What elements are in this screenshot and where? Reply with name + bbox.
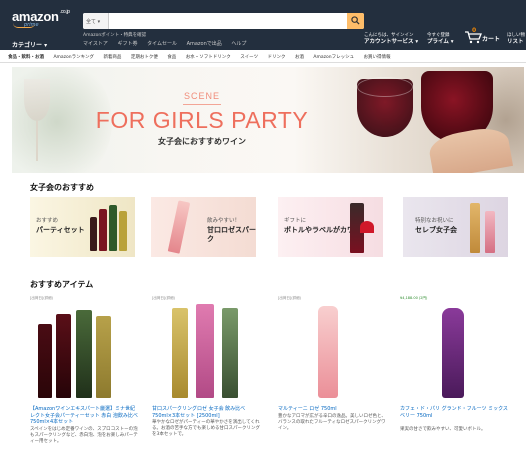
card-small-label: ギフトに [284, 218, 307, 224]
card-text: 飲みやすい！ 甘口ロゼスパーク [207, 217, 256, 244]
section-title-recommend: 女子会のおすすめ [30, 183, 94, 192]
wishlist-line1: ほしい物 [507, 33, 525, 38]
banner-subtitle: 女子会におすすめワイン [158, 137, 246, 146]
subnav-item[interactable]: 食品 [167, 55, 176, 60]
banner-scene-label: SCENE [183, 91, 220, 101]
cart-button[interactable]: 0 カート [465, 27, 501, 44]
logo-prime: prime [24, 22, 39, 28]
card-small-label: 特別なお祝いに [415, 218, 454, 224]
product-name[interactable]: カフェ・ド・パリ グランド・フルーツ ミックスベリー 750ml [400, 406, 510, 419]
prime-menu[interactable]: 今すぐ登録 プライム ▾ [427, 33, 454, 45]
card-big-label: セレブ女子会 [415, 226, 457, 234]
bottle-image [442, 308, 464, 398]
subnav-item[interactable]: お水・ソフトドリンク [186, 55, 231, 60]
search-icon [351, 16, 360, 25]
recommend-card-sweet-rose[interactable]: 飲みやすい！ 甘口ロゼスパーク [151, 197, 256, 257]
product-badge: [出荷日](詳細) [278, 296, 301, 300]
bottle-image [109, 205, 117, 251]
subnav-item[interactable]: Amazonランキング [53, 55, 94, 60]
wishlist-menu[interactable]: ほしい物 リスト [507, 33, 525, 45]
search-input[interactable] [110, 13, 346, 29]
category-subnav: 食品・飲料・お酒 Amazonランキング 新着商品 定期おトク便 食品 お水・ソ… [0, 51, 526, 63]
nav-link-timesale[interactable]: タイムセール [147, 41, 177, 47]
card-big-label: パーティセット [36, 226, 85, 234]
subnav-item[interactable]: スイーツ [240, 55, 258, 60]
nav-link-mystore[interactable]: マイストア [83, 41, 108, 47]
bottle-image [167, 200, 191, 254]
product-badge: [出荷日](詳細) [30, 296, 53, 300]
account-label: アカウントサービス ▾ [364, 39, 419, 45]
subnav-item[interactable]: お酒 [295, 55, 304, 60]
account-menu[interactable]: こんにちは、サインイン アカウントサービス ▾ [364, 33, 418, 45]
cart-label: カート [482, 36, 501, 43]
subnav-item[interactable]: Amazonフレッシュ [313, 55, 354, 60]
bottle-image [196, 304, 214, 398]
banner-divider [183, 104, 221, 105]
wishlist-label: リスト [507, 39, 524, 45]
hero-banner[interactable]: SCENE FOR GIRLS PARTY 女子会におすすめワイン [12, 67, 524, 173]
amazon-logo[interactable]: amazon.co.jp [12, 9, 70, 24]
bottle-image [76, 310, 92, 398]
product-name[interactable]: 【Amazonワインエキスパート厳選】ミナ世紀レクト女子会パーティーセット 赤白… [30, 406, 140, 426]
product-name[interactable]: マルティーニ ロゼ 750ml [278, 406, 388, 413]
subnav-item[interactable]: ドリンク [268, 55, 286, 60]
bottle-image [222, 308, 238, 398]
bottle-image [318, 306, 338, 398]
header-nav: マイストア ギフト券 タイムセール Amazonで出品 ヘルプ [83, 40, 254, 47]
recommend-card-party-set[interactable]: おすすめ パーティセット [30, 197, 135, 257]
product-name[interactable]: 甘口スパークリングロゼ 女子会 飲み比べ 750ml×3本セット [2500ml… [152, 406, 262, 419]
recommend-card-celeb[interactable]: 特別なお祝いに セレブ女子会 [403, 197, 508, 257]
product-badge: [出荷日](詳細) [152, 296, 175, 300]
subnav-item[interactable]: 新着商品 [103, 55, 121, 60]
product-description: スペインをはじめ定番ワインの、スプロコストーの泡もスパークリングなど、赤白泡、泡… [30, 427, 138, 444]
product-description: 果実の甘さで飲みやすい、可愛いボトル。 [400, 427, 486, 432]
category-dropdown[interactable]: カテゴリー ▾ [12, 40, 47, 49]
subnav-item[interactable]: 食品・飲料・お酒 [8, 55, 44, 60]
card-small-label: おすすめ [36, 218, 59, 224]
bottle-image [96, 316, 111, 398]
subnav-item[interactable]: お買い得情報 [364, 55, 391, 60]
product-description: 華やかなロゼがパーティーの華やかさを演出してくれる。お酒の苦手な方でも楽しめる甘… [152, 420, 260, 437]
cart-count: 0 [472, 27, 477, 34]
subnav-item[interactable]: 定期おトク便 [131, 55, 158, 60]
search-button[interactable] [347, 13, 364, 29]
prime-label: プライム ▾ [427, 39, 454, 45]
card-big-label: 甘口ロゼスパーク [207, 226, 256, 243]
bottle-image [485, 211, 495, 253]
account-greeting: こんにちは、サインイン [364, 33, 414, 38]
card-small-label: 飲みやすい！ [207, 218, 241, 224]
logo-suffix: .co.jp [59, 9, 70, 15]
prime-line1: 今すぐ登録 [427, 33, 450, 38]
bottle-image [38, 324, 52, 398]
card-text: おすすめ パーティセット [36, 217, 85, 235]
recommend-card-gift[interactable]: ギフトに ボトルやラベルがカワイイ [278, 197, 383, 257]
top-header: amazon.co.jp prime 全て ▾ Amazonポイント・特典を確認… [0, 0, 526, 50]
search-category-select[interactable]: 全て ▾ [83, 13, 109, 29]
bottle-image [470, 203, 480, 253]
nav-link-help[interactable]: ヘルプ [231, 41, 246, 47]
nav-link-giftcard[interactable]: ギフト券 [117, 41, 137, 47]
address-link[interactable]: Amazonポイント・特典を確認 [83, 33, 146, 38]
section-title-items: おすすめアイテム [30, 280, 94, 289]
product-description: 豊かなアロマが広がる辛口の逸品。美しいロゼ色と、バランスの取れたフルーティなロゼ… [278, 414, 386, 431]
bottle-image [119, 211, 127, 251]
search-bar: 全て ▾ [83, 13, 364, 29]
bottle-image [90, 217, 97, 251]
bottle-image [99, 209, 107, 251]
product-price: ¥4,188.00 (2円) [400, 296, 428, 300]
bottle-image [56, 314, 71, 398]
card-text: 特別なお祝いに セレブ女子会 [415, 217, 457, 235]
bottle-image [172, 308, 188, 398]
banner-title: FOR GIRLS PARTY [95, 107, 309, 133]
ribbon-icon [360, 221, 374, 233]
nav-link-sell[interactable]: Amazonで出品 [187, 41, 222, 47]
